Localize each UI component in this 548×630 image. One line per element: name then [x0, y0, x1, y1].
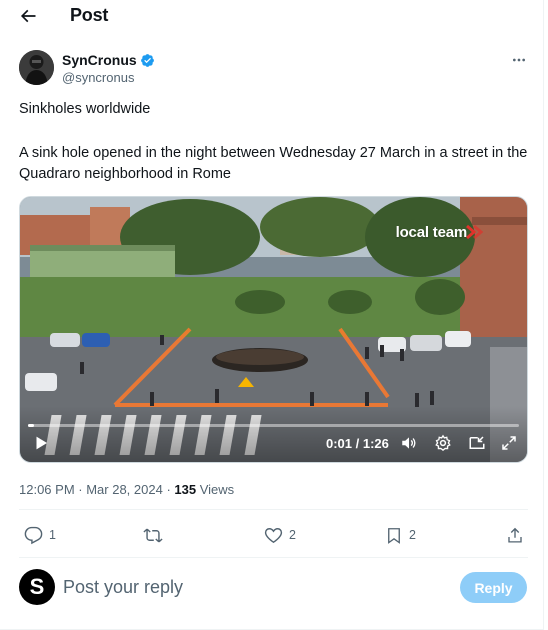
arrow-left-icon [20, 9, 36, 23]
reply-input[interactable] [63, 575, 443, 599]
author-name-text[interactable]: SynCronus [62, 52, 137, 68]
play-icon[interactable] [32, 434, 50, 452]
video-time-separator: / [352, 436, 363, 451]
fullscreen-icon[interactable] [500, 434, 518, 452]
reply-avatar-letter: S [29, 574, 45, 599]
tweet-text-line-2: A sink hole opened in the night between … [19, 145, 528, 182]
volume-icon[interactable] [400, 434, 418, 452]
video-player[interactable]: local team 0:01 / 1:26 [19, 196, 528, 463]
author-avatar[interactable] [19, 50, 54, 85]
reply-action[interactable]: 1 [24, 524, 56, 546]
video-current-time: 0:01 [326, 436, 353, 451]
tweet-text-line-1: Sinkholes worldwide [19, 101, 151, 117]
divider [19, 509, 528, 510]
reply-button[interactable]: Reply [460, 572, 527, 603]
post-time[interactable]: 12:06 PM [19, 482, 75, 497]
more-button[interactable] [505, 50, 533, 70]
views-label: Views [196, 482, 235, 497]
share-icon [508, 527, 522, 543]
meta-separator: · [162, 482, 175, 497]
like-count: 2 [289, 528, 296, 542]
meta-separator: · [74, 482, 87, 497]
share-action[interactable] [506, 524, 524, 546]
views-count: 135 [174, 482, 197, 497]
reply-icon [24, 526, 43, 544]
repost-action[interactable] [143, 524, 169, 546]
more-horizontal-icon [513, 58, 525, 62]
video-controls: 0:01 / 1:26 [20, 406, 527, 462]
video-watermark: local team [395, 224, 468, 241]
video-duration: 1:26 [362, 436, 389, 451]
divider [19, 557, 528, 558]
brand-mark-icon [466, 224, 483, 240]
bookmark-icon [388, 527, 400, 544]
post-header: Post [0, 0, 544, 34]
video-time: 0:01 / 1:26 [326, 436, 389, 451]
repost-icon [143, 528, 163, 542]
post-date[interactable]: Mar 28, 2024 [86, 482, 163, 497]
post-meta: 12:06 PM · Mar 28, 2024 · 135 Views [19, 482, 234, 497]
reply-avatar: S [19, 569, 55, 605]
bookmark-action[interactable]: 2 [385, 524, 416, 546]
reply-count: 1 [49, 528, 56, 542]
settings-icon[interactable] [434, 434, 452, 452]
video-progress-fill [28, 424, 34, 427]
back-button[interactable] [16, 5, 40, 27]
bookmark-count: 2 [409, 528, 416, 542]
author-handle[interactable]: @syncronus [62, 70, 134, 85]
author-name[interactable]: SynCronus [62, 52, 155, 68]
post-page: Post SynCronus @syncronus Sinkholes worl… [0, 0, 544, 630]
video-progress-bar[interactable] [28, 424, 519, 427]
heart-icon [264, 527, 283, 543]
picture-in-picture-icon[interactable] [468, 434, 486, 452]
verified-badge-icon [140, 53, 154, 67]
like-action[interactable]: 2 [264, 524, 296, 546]
page-title: Post [70, 5, 109, 25]
